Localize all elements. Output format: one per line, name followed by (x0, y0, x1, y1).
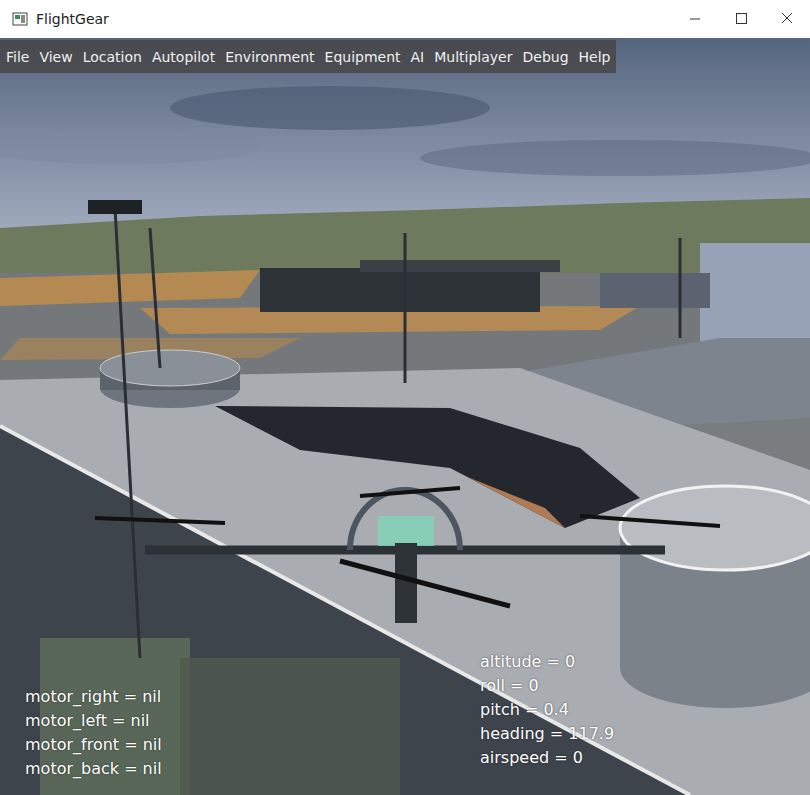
roof (0, 368, 810, 795)
menu-item[interactable]: Environment (225, 49, 314, 65)
menu-item[interactable]: Help (579, 49, 611, 65)
motor-line: motor_right = nil (25, 685, 162, 709)
scene-render (0, 38, 810, 795)
flightgear-window: FlightGear File View Location Autopilot Envir… (0, 0, 810, 795)
telemetry-line: pitch = 0.4 (480, 698, 614, 722)
telemetry-line: heading = 117.9 (480, 722, 614, 746)
menu-item[interactable]: Debug (522, 49, 568, 65)
maximize-icon[interactable] (718, 4, 764, 34)
window-controls (672, 4, 810, 34)
telemetry-line: roll = 0 (480, 674, 614, 698)
window-title: FlightGear (36, 11, 109, 27)
motor-line: motor_back = nil (25, 757, 162, 781)
title-bar: FlightGear (0, 0, 810, 38)
menu-bar: File View Location Autopilot Environment Equi… (0, 40, 616, 73)
menu-item[interactable]: Multiplayer (434, 49, 512, 65)
menu-item[interactable]: Autopilot (152, 49, 215, 65)
close-icon[interactable] (764, 4, 810, 34)
minimize-icon[interactable] (672, 4, 718, 34)
menu-item[interactable]: View (39, 49, 72, 65)
telemetry-line: airspeed = 0 (480, 746, 614, 770)
app-icon (12, 11, 28, 27)
menu-item[interactable]: Location (83, 49, 142, 65)
motor-readout: motor_right = nilmotor_left = nilmotor_f… (25, 685, 162, 781)
scene-viewport[interactable]: File View Location Autopilot Environment Equi… (0, 38, 810, 795)
hangar (260, 268, 540, 312)
roof-opening (215, 406, 640, 528)
menu-item[interactable]: Equipment (325, 49, 401, 65)
menu-item[interactable]: AI (411, 49, 425, 65)
telemetry-line: altitude = 0 (480, 650, 614, 674)
motor-line: motor_left = nil (25, 709, 162, 733)
menu-item[interactable]: File (6, 49, 29, 65)
motor-line: motor_front = nil (25, 733, 162, 757)
quadcopter (95, 488, 720, 623)
telemetry-readout: altitude = 0roll = 0pitch = 0.4heading =… (480, 650, 614, 770)
